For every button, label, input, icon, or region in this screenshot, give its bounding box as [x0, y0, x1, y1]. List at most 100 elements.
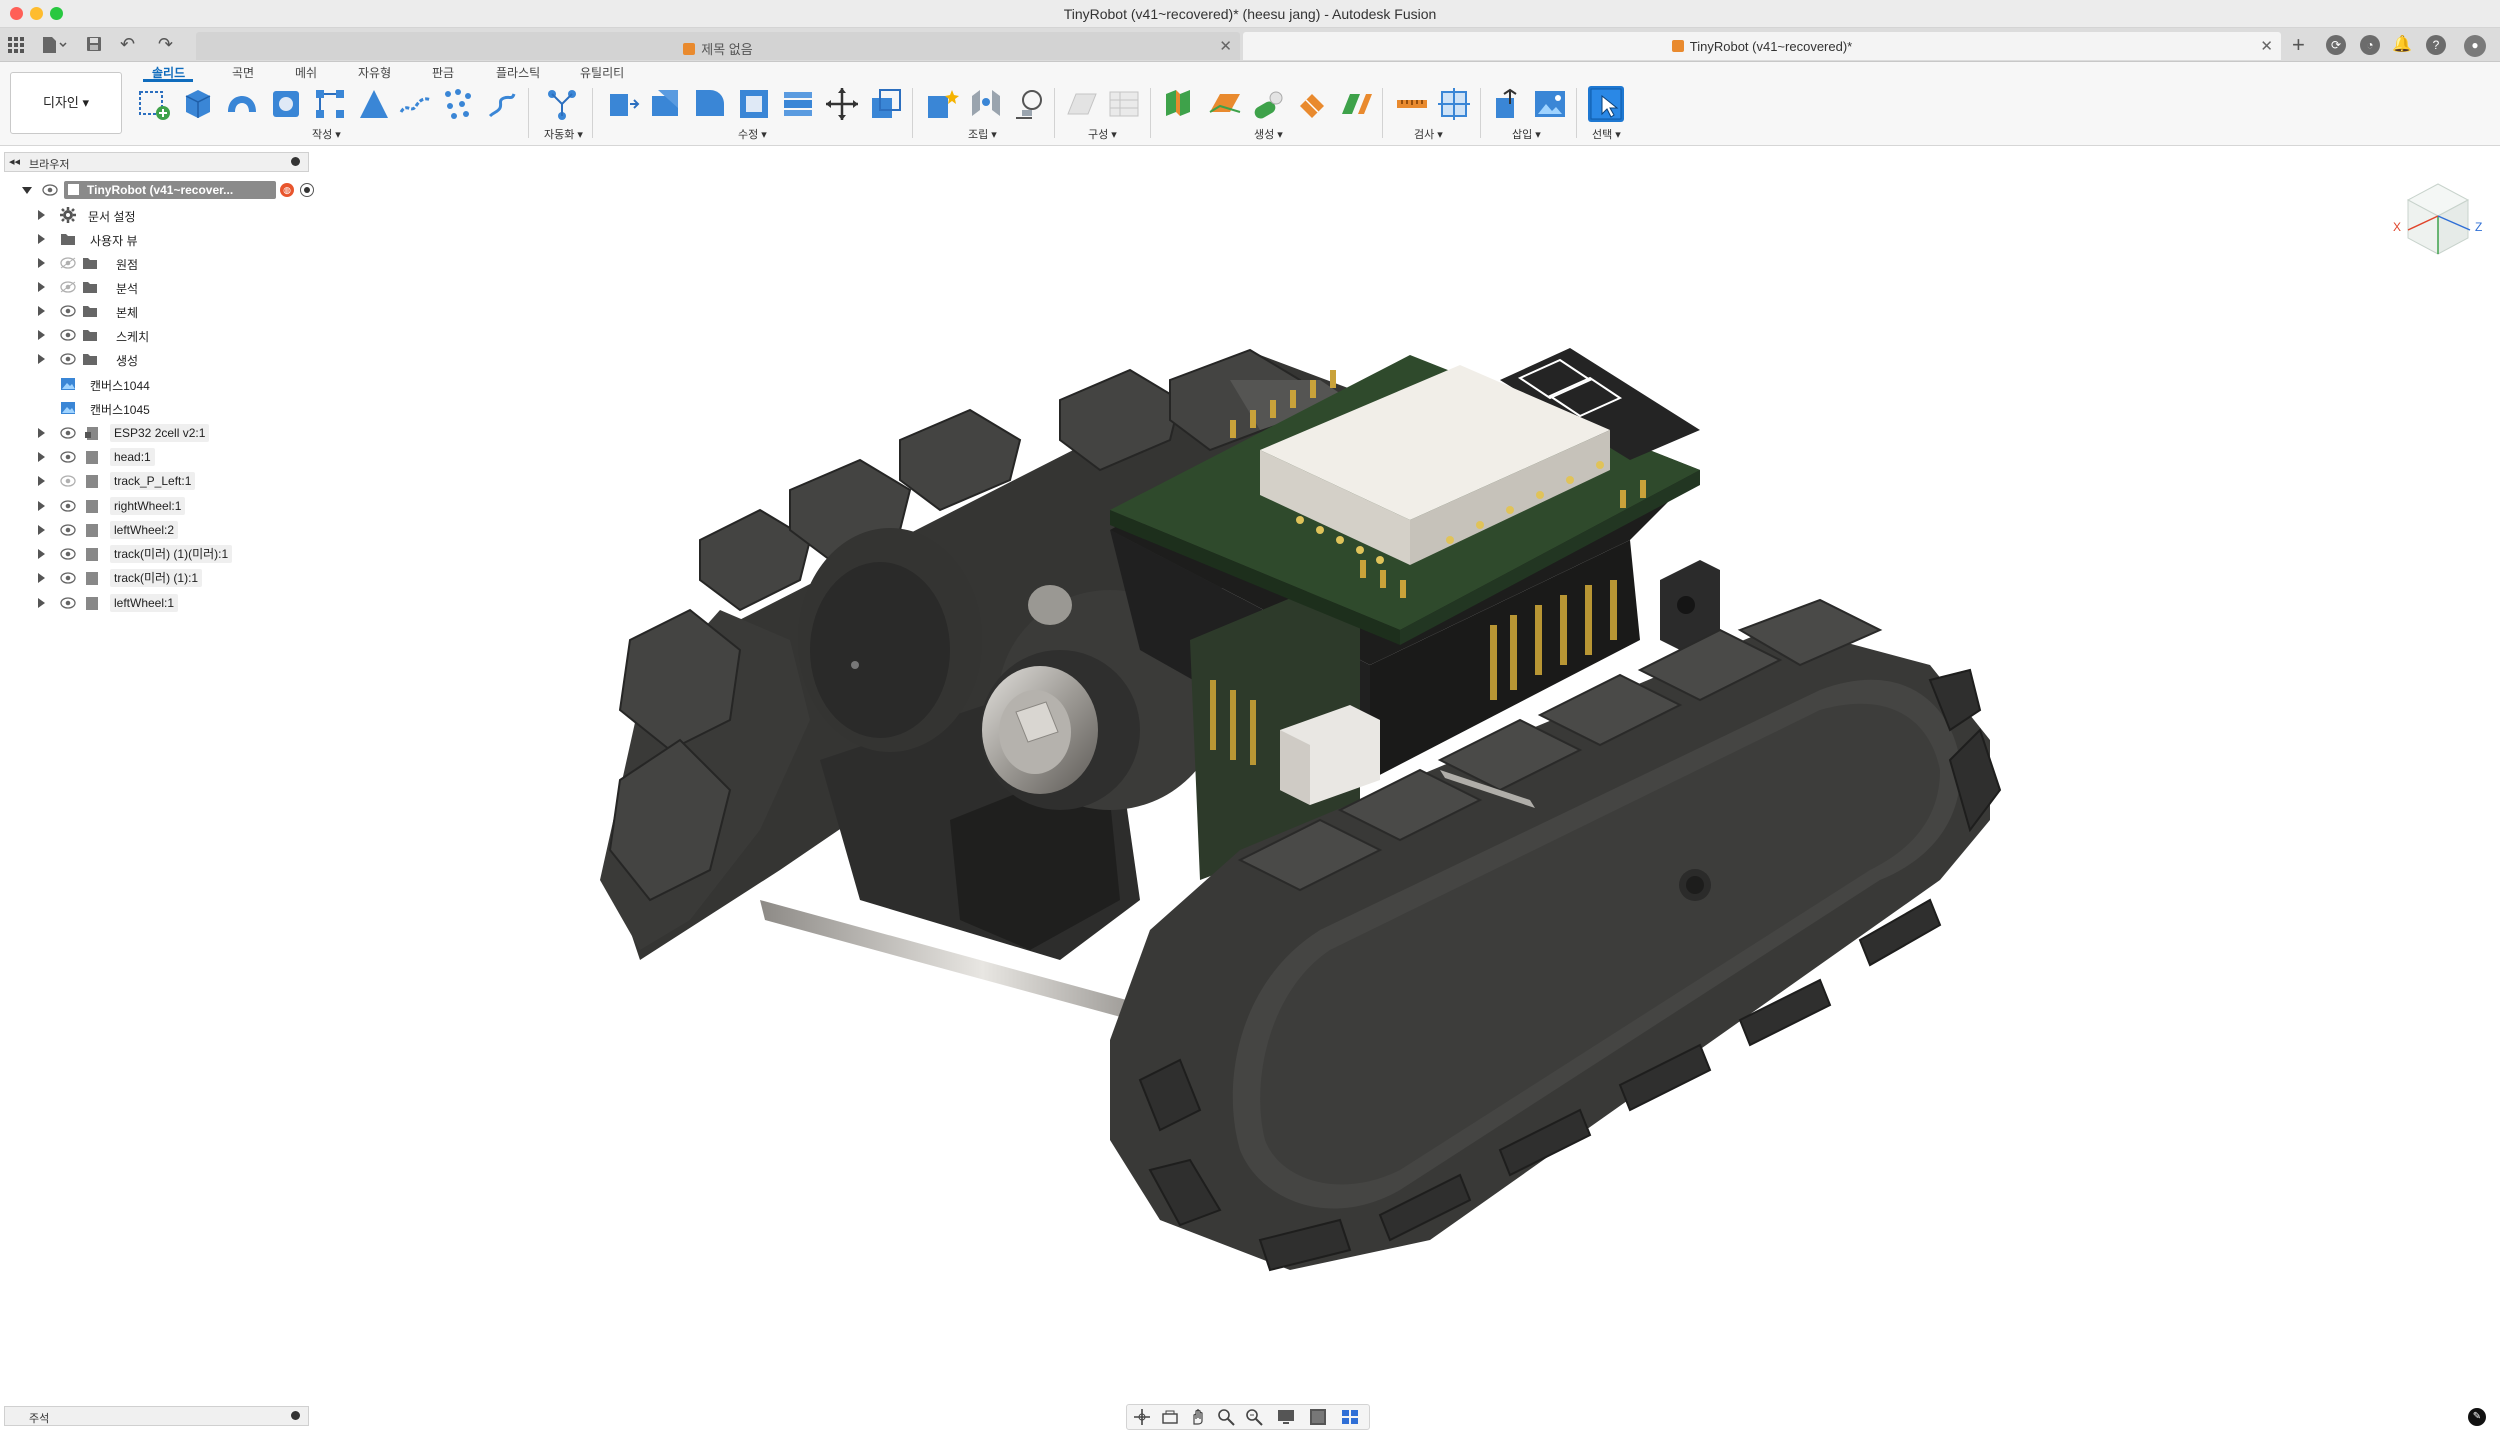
notifications-icon[interactable]: 🔔 — [2392, 35, 2412, 55]
group-select-label[interactable]: 선택 ▾ — [1592, 126, 1621, 142]
hole-icon[interactable] — [268, 86, 304, 122]
motor-shaft-sleeve[interactable] — [1028, 585, 1072, 625]
axis-x-label: X — [2393, 220, 2402, 234]
create-surface-icon[interactable] — [1206, 86, 1242, 122]
tab-tinyrobot-label-wrap: TinyRobot (v41~recovered)* — [1243, 39, 2281, 54]
tab-untitled-label: 제목 없음 — [701, 42, 753, 57]
create-form-icon[interactable] — [1162, 86, 1198, 122]
group-generate-label[interactable]: 생성 ▾ — [1254, 126, 1283, 142]
tab-mesh[interactable]: 메쉬 — [295, 64, 317, 81]
fusion-window: TinyRobot (v41~recovered)* (heesu jang) … — [0, 0, 2500, 1435]
combine-icon[interactable] — [780, 86, 816, 122]
toolbar-ribbon: 디자인 ▾ 솔리드 곡면 메쉬 자유형 판금 플라스틱 유틸리티 작성 ▾ 자동… — [0, 62, 2500, 146]
save-icon[interactable] — [86, 36, 102, 57]
workspace-label: 디자인 — [42, 95, 79, 110]
navigation-toolbar — [1126, 1404, 1370, 1430]
tab-surface[interactable]: 곡면 — [232, 64, 254, 81]
tab-form[interactable]: 자유형 — [358, 64, 391, 81]
group-modify-label[interactable]: 수정 ▾ — [738, 126, 767, 142]
tab-tinyrobot-label: TinyRobot (v41~recovered)* — [1689, 39, 1853, 54]
app-grid-icon[interactable] — [8, 37, 24, 58]
new-tab-icon[interactable]: + — [2292, 32, 2305, 58]
create-pipe-icon[interactable] — [1250, 86, 1286, 122]
group-create-label[interactable]: 작성 ▾ — [312, 126, 341, 142]
loft-icon[interactable] — [356, 86, 392, 122]
ribbon-separator — [1576, 88, 1577, 138]
motor-left[interactable] — [798, 528, 982, 752]
rectangular-pattern-icon[interactable] — [312, 86, 348, 122]
new-component-icon[interactable] — [924, 86, 960, 122]
orbit-icon[interactable] — [1133, 1408, 1151, 1426]
construct-table-icon[interactable] — [1106, 86, 1142, 122]
axis-z-label: Z — [2475, 220, 2483, 234]
create-sketch-icon[interactable] — [136, 86, 172, 122]
robot-model[interactable] — [0, 147, 2500, 1397]
offset-plane-icon[interactable] — [1064, 86, 1100, 122]
create-base-feature-icon[interactable] — [1338, 86, 1374, 122]
fillet-icon[interactable] — [648, 86, 684, 122]
tab-plastic[interactable]: 플라스틱 — [496, 64, 540, 81]
fit-zoom-icon[interactable] — [1245, 1408, 1263, 1426]
tab-untitled-label-wrap: 제목 없음 — [196, 39, 1240, 58]
group-inspect-label[interactable]: 검사 ▾ — [1414, 126, 1443, 142]
joint-icon[interactable] — [968, 86, 1004, 122]
group-insert-label[interactable]: 삽입 ▾ — [1512, 126, 1541, 142]
viewcube[interactable]: X Z — [2388, 172, 2488, 272]
document-tab-bar: ↶ ↷ 제목 없음 ✕ TinyRobot (v41~recovered)* ✕… — [0, 28, 2500, 62]
insert-derive-icon[interactable] — [1490, 86, 1526, 122]
group-assemble-label[interactable]: 조립 ▾ — [968, 126, 997, 142]
section-analysis-icon[interactable] — [1436, 86, 1472, 122]
group-automate-label[interactable]: 자동화 ▾ — [544, 126, 583, 142]
comments-panel-header[interactable]: 주석 — [4, 1406, 309, 1426]
pan-hand-icon[interactable] — [1189, 1408, 1207, 1426]
scale-icon[interactable] — [868, 86, 904, 122]
tab-utilities[interactable]: 유틸리티 — [580, 64, 624, 81]
ribbon-separator — [1382, 88, 1383, 138]
grid-snap-icon[interactable] — [1309, 1408, 1327, 1426]
panel-pin-icon[interactable] — [291, 1411, 300, 1420]
select-icon[interactable] — [1588, 86, 1624, 122]
look-at-icon[interactable] — [1161, 1408, 1179, 1426]
shell-icon[interactable] — [736, 86, 772, 122]
tab-untitled[interactable]: 제목 없음 ✕ — [196, 32, 1240, 60]
3d-viewport[interactable] — [0, 147, 2500, 1397]
ribbon-separator — [1054, 88, 1055, 138]
close-tab-icon[interactable]: ✕ — [2260, 37, 2273, 55]
file-menu-icon[interactable] — [42, 36, 68, 59]
create-mesh-icon[interactable] — [1294, 86, 1330, 122]
zoom-icon[interactable] — [1217, 1408, 1235, 1426]
help-icon[interactable]: ? — [2426, 35, 2446, 55]
window-title: TinyRobot (v41~recovered)* (heesu jang) … — [1063, 6, 1437, 22]
document-icon — [1671, 40, 1684, 52]
insert-canvas-icon[interactable] — [1532, 86, 1568, 122]
group-construct-label[interactable]: 구성 ▾ — [1088, 126, 1117, 142]
ribbon-separator — [1150, 88, 1151, 138]
press-pull-icon[interactable] — [604, 86, 640, 122]
revolve-icon[interactable] — [224, 86, 260, 122]
user-avatar[interactable]: ● — [2464, 35, 2486, 57]
measure-icon[interactable] — [1394, 86, 1430, 122]
job-status-icon[interactable]: ◔ — [2360, 35, 2380, 55]
workspace-switcher[interactable]: 디자인 ▾ — [10, 72, 122, 134]
ribbon-separator — [528, 88, 529, 138]
tab-tinyrobot[interactable]: TinyRobot (v41~recovered)* ✕ — [1243, 32, 2281, 60]
feedback-icon[interactable]: ✎ — [2468, 1408, 2486, 1426]
sweep-icon[interactable] — [398, 86, 434, 122]
point-pattern-icon[interactable] — [440, 86, 476, 122]
tab-sheet-metal[interactable]: 판금 — [432, 64, 454, 81]
chamfer-icon[interactable] — [692, 86, 728, 122]
move-icon[interactable] — [824, 86, 860, 122]
redo-icon[interactable]: ↷ — [158, 34, 173, 55]
ribbon-separator — [1480, 88, 1481, 138]
undo-icon[interactable]: ↶ — [120, 34, 135, 55]
extrude-icon[interactable] — [180, 86, 216, 122]
active-tab-underline — [143, 79, 193, 82]
extensions-icon[interactable]: ⟳ — [2326, 35, 2346, 55]
close-tab-icon[interactable]: ✕ — [1219, 37, 1232, 55]
motion-study-icon[interactable] — [1012, 86, 1048, 122]
ribbon-separator — [592, 88, 593, 138]
coil-icon[interactable] — [484, 86, 520, 122]
display-settings-icon[interactable] — [1277, 1408, 1295, 1426]
automate-icon[interactable] — [544, 86, 580, 122]
viewports-icon[interactable] — [1341, 1408, 1359, 1426]
